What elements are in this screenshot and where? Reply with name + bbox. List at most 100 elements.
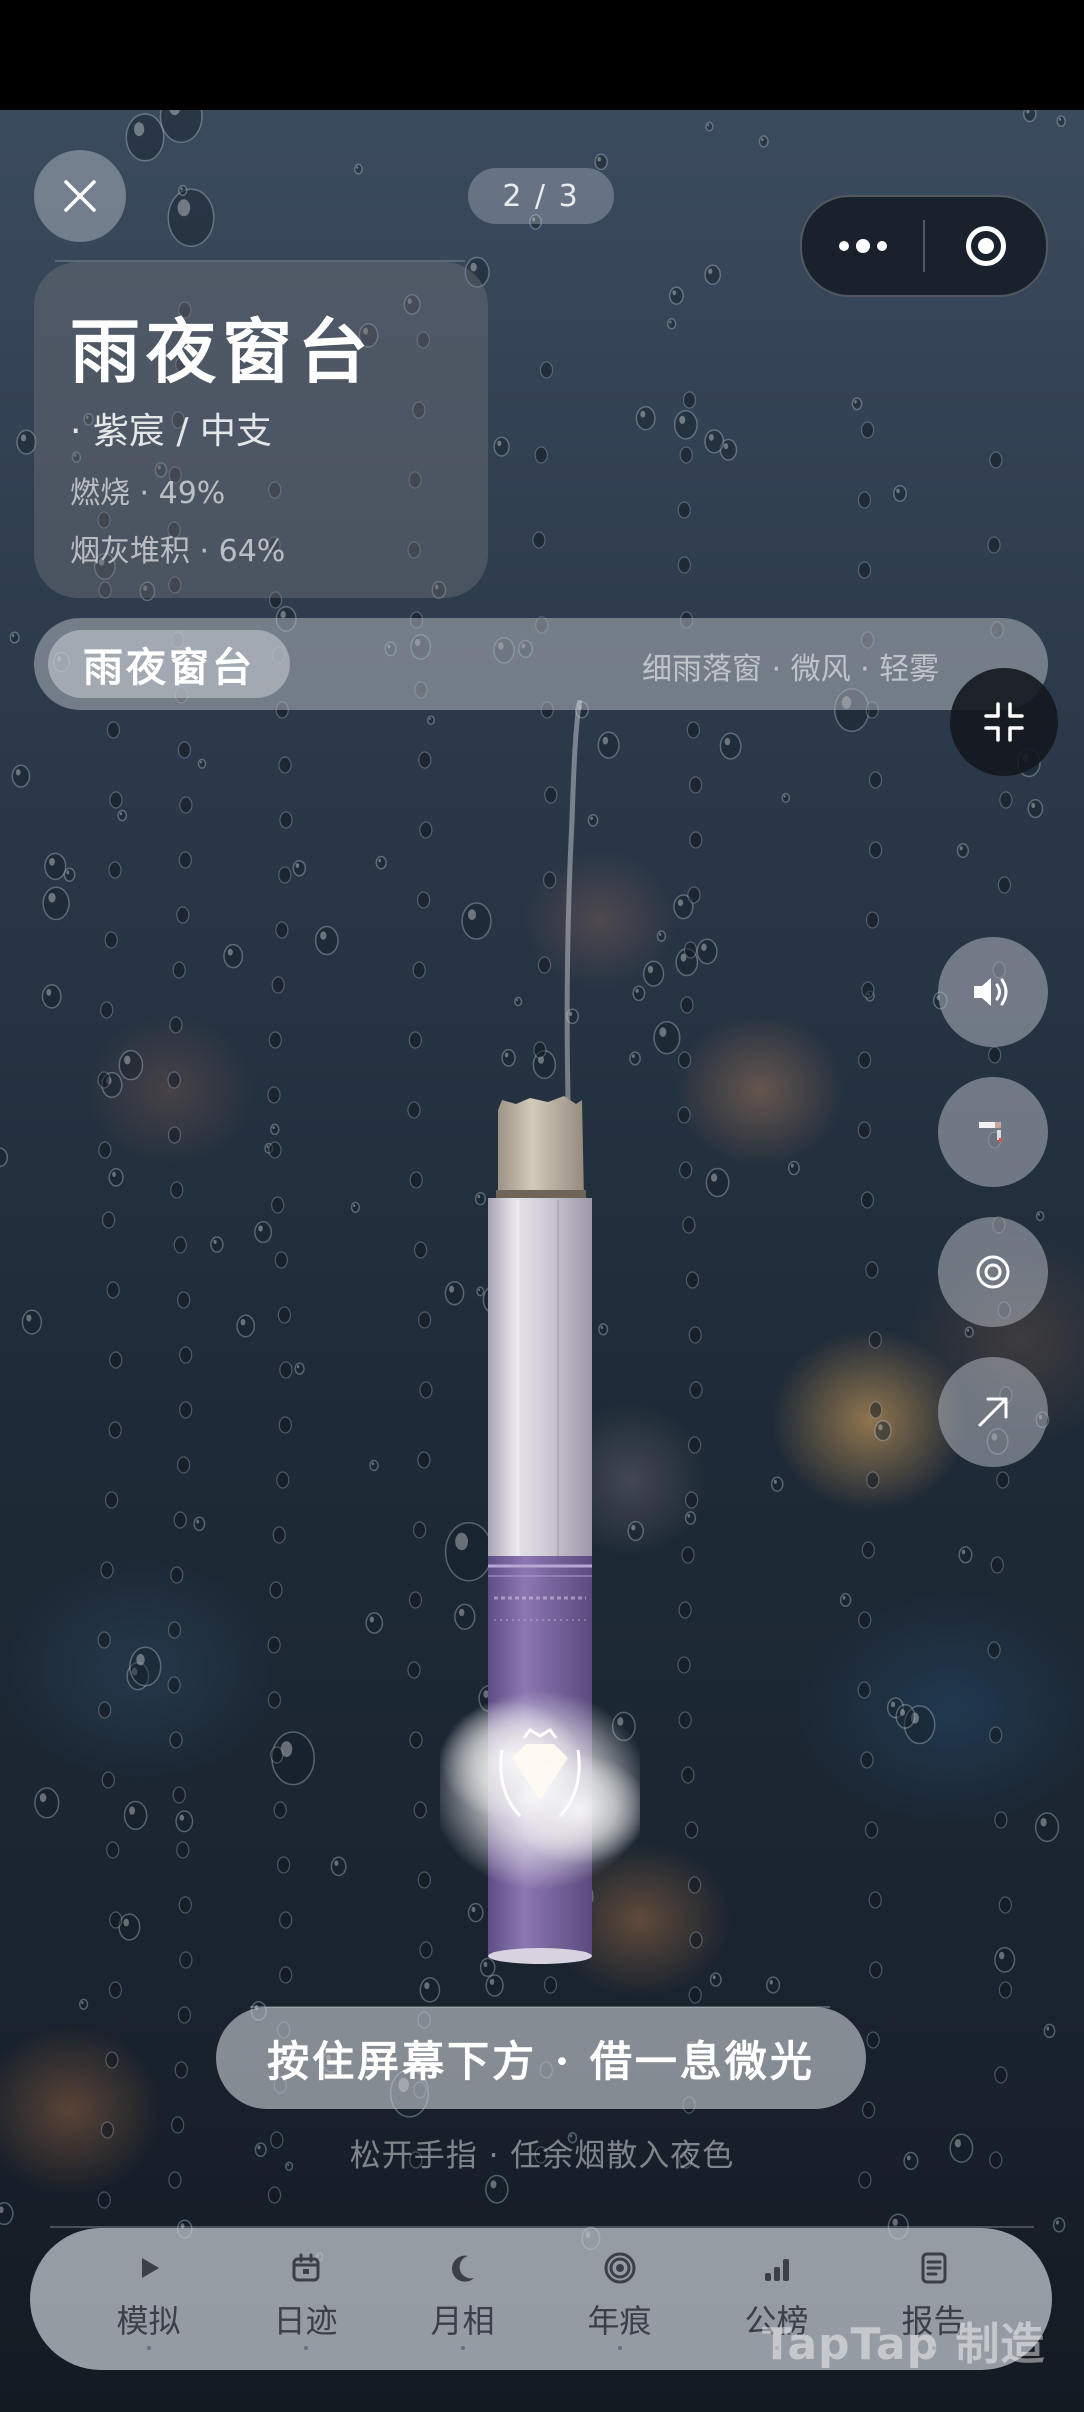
raindrop-highlight: [961, 1549, 966, 1555]
raindrop: [169, 1731, 183, 1749]
raindrop: [642, 960, 665, 987]
raindrop: [269, 1581, 283, 1599]
raindrop: [268, 1141, 282, 1159]
raindrop-highlight: [769, 1979, 773, 1985]
raindrop: [173, 1236, 187, 1254]
raindrop-highlight: [424, 1982, 430, 1990]
raindrop: [100, 1001, 114, 1019]
raindrop: [178, 851, 192, 869]
raindrop: [688, 1986, 702, 2004]
raindrop: [167, 1071, 181, 1089]
raindrop-highlight: [959, 846, 963, 851]
raindrop: [543, 1976, 558, 1994]
raindrop: [408, 1591, 423, 1609]
raindrop-highlight: [1031, 802, 1036, 809]
cigarette-visual[interactable]: [440, 700, 640, 1970]
raindrop: [677, 1051, 692, 1069]
more-button[interactable]: [802, 197, 923, 295]
raindrop-highlight: [724, 737, 731, 746]
raindrop: [375, 855, 387, 870]
raindrop: [270, 1123, 280, 1136]
raindrop: [279, 1966, 293, 1984]
raindrop: [1034, 1812, 1060, 1843]
raindrop: [839, 1593, 852, 1607]
raindrop-highlight: [761, 137, 764, 142]
raindrop: [170, 1566, 184, 1584]
bars-icon: [764, 2259, 789, 2281]
raindrop: [673, 410, 698, 440]
raindrop-highlight: [136, 1653, 145, 1666]
raindrop: [682, 1216, 696, 1234]
nav-label: 日迹: [273, 2302, 338, 2340]
nav-item-year[interactable]: 年痕: [565, 2248, 675, 2350]
hold-to-smoke-button[interactable]: 按住屏幕下方 · 借一息微光: [216, 2007, 866, 2109]
raindrop-highlight: [134, 122, 145, 137]
raindrop: [271, 1196, 285, 1214]
raindrop: [276, 1471, 290, 1489]
raindrop: [683, 941, 698, 959]
raindrop-highlight: [708, 434, 714, 441]
sound-button[interactable]: [938, 937, 1048, 1047]
cigarette-style-button[interactable]: [938, 1077, 1048, 1187]
raindrop: [170, 1181, 184, 1199]
raindrop: [159, 110, 203, 144]
raindrop: [97, 2191, 111, 2209]
raindrop-highlight: [295, 863, 300, 868]
raindrop: [684, 1511, 697, 1525]
raindrop: [704, 264, 722, 285]
raindrop: [179, 1951, 193, 1969]
shrink-button[interactable]: [950, 668, 1058, 776]
raindrop: [193, 1516, 206, 1532]
raindrop-highlight: [672, 290, 677, 296]
exit-button[interactable]: [925, 197, 1046, 295]
nav-label: 模拟: [116, 2302, 181, 2340]
close-button[interactable]: [34, 150, 126, 242]
raindrop-highlight: [679, 415, 686, 425]
raindrop: [998, 1896, 1012, 1914]
raindrop: [990, 1556, 1004, 1574]
raindrop: [994, 1811, 1008, 1829]
raindrop: [866, 2031, 880, 2049]
raindrop: [864, 1821, 879, 1839]
raindrop: [534, 446, 548, 464]
raindrop: [417, 891, 431, 909]
raindrop: [680, 996, 694, 1014]
raindrop: [686, 721, 701, 739]
raindrop: [104, 1491, 119, 1509]
raindrop: [167, 1126, 182, 1144]
raindrop: [97, 1071, 111, 1089]
raindrop-highlight: [199, 760, 202, 764]
raindrop-highlight: [369, 1616, 374, 1623]
nav-item-moon[interactable]: 月相: [408, 2248, 518, 2350]
share-button[interactable]: [938, 1357, 1048, 1467]
raindrop: [418, 1311, 432, 1329]
nav-item-simulate[interactable]: 模拟: [94, 2248, 204, 2350]
raindrop: [176, 1841, 190, 1859]
raindrop: [485, 1974, 504, 1997]
raindrop-highlight: [266, 1145, 269, 1149]
raindrop: [758, 135, 769, 148]
raindrop: [101, 1211, 116, 1229]
raindrop: [417, 1871, 431, 1889]
raindrop-highlight: [258, 1225, 263, 1232]
raindrop: [278, 756, 292, 774]
raindrop-highlight: [712, 1975, 716, 1980]
raindrop-highlight: [20, 434, 27, 442]
more-dots-icon: [838, 239, 887, 253]
focus-button[interactable]: [938, 1217, 1048, 1327]
raindrop: [857, 1051, 872, 1069]
raindrop-highlight: [124, 1055, 131, 1065]
nav-item-daily[interactable]: 日迹: [251, 2248, 361, 2350]
report-icon: [921, 2252, 946, 2284]
collapse-icon: [984, 702, 1024, 742]
raindrop: [679, 1161, 693, 1179]
nav-label: 年痕: [587, 2302, 652, 2340]
raindrop: [860, 1191, 875, 1209]
raindrop: [684, 1821, 699, 1839]
smoke-trail: [564, 700, 583, 1101]
raindrop: [687, 1876, 702, 1894]
scene-chip[interactable]: 雨夜窗台: [48, 630, 290, 698]
raindrop: [294, 1362, 305, 1375]
raindrop: [594, 153, 608, 171]
raindrop: [866, 1471, 880, 1489]
